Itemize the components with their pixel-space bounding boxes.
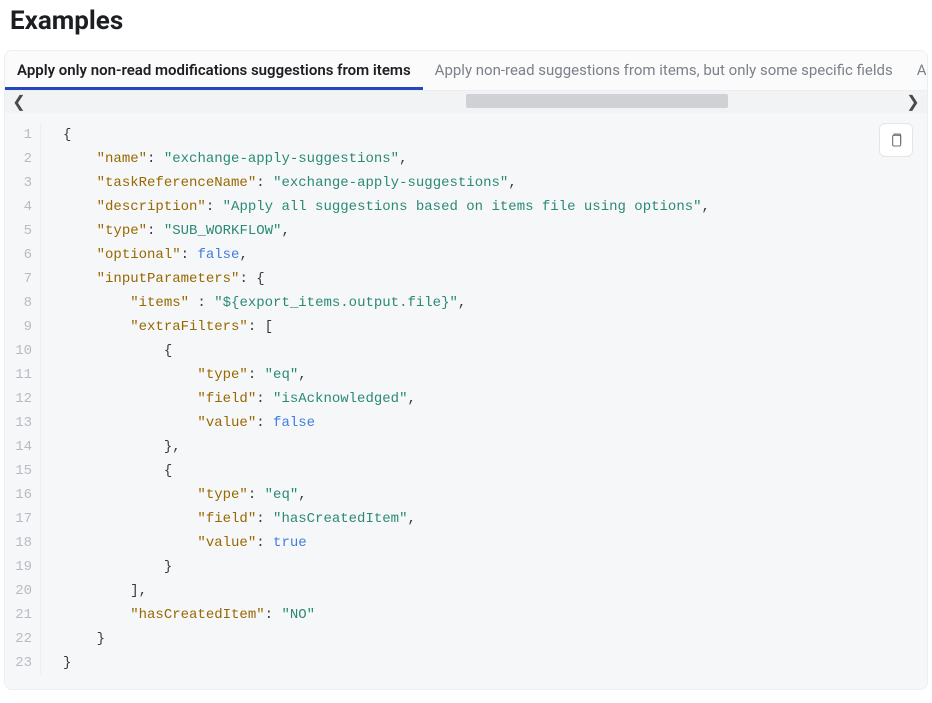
- tabs-scroll-row: ❮ ❯: [5, 91, 927, 113]
- page-title: Examples: [10, 6, 928, 36]
- line-number: 1: [5, 123, 32, 147]
- code-line: "field": "hasCreatedItem",: [63, 507, 710, 531]
- code-line: "value": true: [63, 531, 710, 555]
- line-number: 18: [5, 531, 32, 555]
- line-number: 19: [5, 555, 32, 579]
- line-number-gutter: 1234567891011121314151617181920212223: [5, 123, 41, 675]
- line-number: 22: [5, 627, 32, 651]
- line-number: 14: [5, 435, 32, 459]
- code-line: "taskReferenceName": "exchange-apply-sug…: [63, 171, 710, 195]
- line-number: 3: [5, 171, 32, 195]
- code-line: }: [63, 555, 710, 579]
- code-line: },: [63, 435, 710, 459]
- code-line: "field": "isAcknowledged",: [63, 387, 710, 411]
- chevron-right-icon[interactable]: ❯: [903, 94, 923, 110]
- line-number: 5: [5, 219, 32, 243]
- line-number: 12: [5, 387, 32, 411]
- line-number: 21: [5, 603, 32, 627]
- code-line: "description": "Apply all suggestions ba…: [63, 195, 710, 219]
- line-number: 23: [5, 651, 32, 675]
- tab-2[interactable]: Ap: [905, 51, 927, 90]
- code-block: 1234567891011121314151617181920212223 { …: [5, 113, 927, 689]
- tab-0[interactable]: Apply only non-read modifications sugges…: [5, 51, 423, 90]
- code-line: {: [63, 459, 710, 483]
- line-number: 11: [5, 363, 32, 387]
- code-content: { "name": "exchange-apply-suggestions", …: [41, 123, 710, 675]
- code-line: "type": "eq",: [63, 483, 710, 507]
- code-line: "items" : "${export_items.output.file}",: [63, 291, 710, 315]
- code-line: "value": false: [63, 411, 710, 435]
- tabs-scrollbar-track[interactable]: [29, 91, 903, 113]
- line-number: 13: [5, 411, 32, 435]
- code-line: {: [63, 339, 710, 363]
- line-number: 6: [5, 243, 32, 267]
- line-number: 9: [5, 315, 32, 339]
- clipboard-icon: [888, 131, 904, 149]
- line-number: 4: [5, 195, 32, 219]
- chevron-left-icon[interactable]: ❮: [9, 94, 29, 110]
- code-line: ],: [63, 579, 710, 603]
- code-line: "hasCreatedItem": "NO": [63, 603, 710, 627]
- tab-1[interactable]: Apply non-read suggestions from items, b…: [423, 51, 905, 90]
- line-number: 7: [5, 267, 32, 291]
- code-line: "inputParameters": {: [63, 267, 710, 291]
- code-line: {: [63, 123, 710, 147]
- line-number: 2: [5, 147, 32, 171]
- tabs-bar: Apply only non-read modifications sugges…: [5, 51, 927, 91]
- code-line: "optional": false,: [63, 243, 710, 267]
- line-number: 16: [5, 483, 32, 507]
- code-line: "type": "eq",: [63, 363, 710, 387]
- code-line: "extraFilters": [: [63, 315, 710, 339]
- examples-panel: Apply only non-read modifications sugges…: [4, 50, 928, 690]
- line-number: 20: [5, 579, 32, 603]
- code-line: "type": "SUB_WORKFLOW",: [63, 219, 710, 243]
- line-number: 8: [5, 291, 32, 315]
- copy-button[interactable]: [879, 123, 913, 157]
- code-line: "name": "exchange-apply-suggestions",: [63, 147, 710, 171]
- code-line: }: [63, 651, 710, 675]
- line-number: 15: [5, 459, 32, 483]
- line-number: 17: [5, 507, 32, 531]
- tabs-scrollbar-thumb[interactable]: [466, 94, 728, 108]
- code-line: }: [63, 627, 710, 651]
- line-number: 10: [5, 339, 32, 363]
